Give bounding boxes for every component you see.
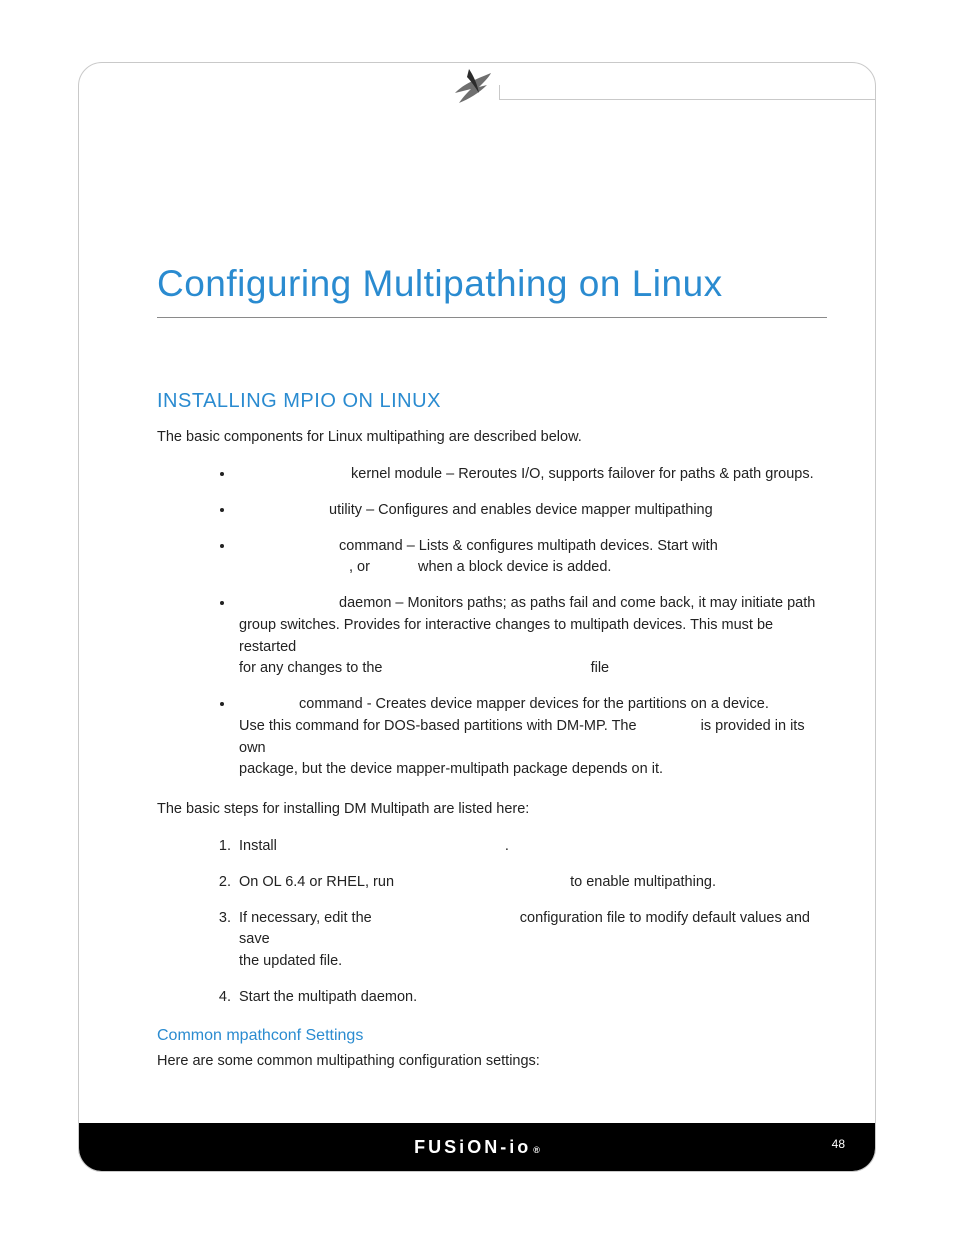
- page-frame: Configuring Multipathing on Linux INSTAL…: [78, 62, 876, 1172]
- list-text: Use this command for DOS-based partition…: [239, 718, 637, 734]
- registered-mark-icon: ®: [533, 1145, 540, 1155]
- page-number: 48: [832, 1137, 845, 1151]
- component-list: kernel module – Reroutes I/O, supports f…: [235, 464, 817, 781]
- list-text: when a block device is added.: [418, 559, 611, 575]
- title-rule: [157, 317, 827, 318]
- list-text: for any changes to the: [239, 660, 383, 676]
- step-text: to enable multipathing.: [570, 874, 716, 890]
- step-text: the updated file.: [239, 953, 342, 969]
- step-text: Start the multipath daemon.: [239, 989, 417, 1005]
- fusion-io-glyph-icon: [449, 63, 497, 111]
- list-text: daemon – Monitors paths; as paths fail a…: [339, 595, 815, 611]
- header-rule: [499, 99, 875, 100]
- list-text: command - Creates device mapper devices …: [299, 696, 769, 712]
- list-item: daemon – Monitors paths; as paths fail a…: [235, 593, 817, 680]
- content-area: Configuring Multipathing on Linux INSTAL…: [157, 263, 827, 1072]
- list-item: command - Creates device mapper devices …: [235, 694, 817, 781]
- step-text: Install: [239, 838, 277, 854]
- brand-part: iO: [509, 1137, 531, 1158]
- list-text: , or: [349, 559, 370, 575]
- list-item: command – Lists & configures multipath d…: [235, 536, 817, 580]
- subsection-paragraph: Here are some common multipathing config…: [157, 1051, 827, 1072]
- list-item: utility – Configures and enables device …: [235, 500, 817, 522]
- list-text: kernel module – Reroutes I/O, supports f…: [351, 466, 814, 482]
- list-text: package, but the device mapper-multipath…: [239, 761, 663, 777]
- step-text: On OL 6.4 or RHEL, run: [239, 874, 394, 890]
- brand-part: FUS: [414, 1137, 459, 1158]
- list-item: Start the multipath daemon.: [235, 987, 817, 1009]
- list-text: file: [591, 660, 610, 676]
- intro-paragraph: The basic components for Linux multipath…: [157, 427, 827, 448]
- subsection-heading: Common mpathconf Settings: [157, 1027, 827, 1045]
- list-item: kernel module – Reroutes I/O, supports f…: [235, 464, 817, 486]
- brand-part: i: [459, 1137, 467, 1158]
- list-item: Install.: [235, 836, 817, 858]
- steps-intro: The basic steps for installing DM Multip…: [157, 799, 827, 820]
- list-text: command – Lists & configures multipath d…: [339, 538, 718, 554]
- install-steps: Install. On OL 6.4 or RHEL, run to enabl…: [235, 836, 817, 1009]
- list-text: group switches. Provides for interactive…: [239, 617, 773, 655]
- brand-part: ON-: [467, 1137, 509, 1158]
- section-heading: INSTALLING MPIO ON LINUX: [157, 390, 827, 413]
- fusion-io-wordmark: FUSiON-iO®: [414, 1137, 540, 1158]
- page: Configuring Multipathing on Linux INSTAL…: [0, 0, 954, 1235]
- page-footer: FUSiON-iO® 48: [79, 1123, 875, 1171]
- step-text: If necessary, edit the: [239, 910, 372, 926]
- step-text: .: [505, 838, 509, 854]
- header-rule-stub: [499, 85, 500, 99]
- page-title: Configuring Multipathing on Linux: [157, 263, 827, 305]
- list-item: On OL 6.4 or RHEL, run to enable multipa…: [235, 872, 817, 894]
- list-text: utility – Configures and enables device …: [329, 502, 713, 518]
- list-item: If necessary, edit the configuration fil…: [235, 908, 817, 973]
